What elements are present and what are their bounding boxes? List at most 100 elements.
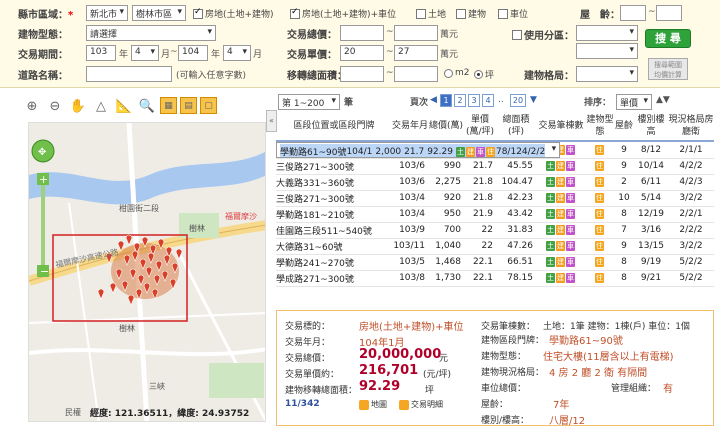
land-icon: 土 — [546, 160, 555, 171]
period-to-month-select[interactable]: 4 — [223, 45, 251, 61]
building-type-select[interactable]: 請選擇 — [86, 25, 216, 41]
detail-total-label: 交易總價： — [285, 354, 331, 364]
residential-icon: 住 — [595, 144, 604, 155]
radio-unit-ping[interactable]: 坪 — [474, 68, 494, 81]
period-from-year-input[interactable]: 103 — [86, 45, 116, 61]
land-icon: 土 — [546, 208, 555, 219]
total-price-to-input[interactable] — [394, 25, 438, 41]
table-row[interactable]: 學成路271~300號 103/8 1,730 22.1 78.15 土建車住 8 9/21 5… — [276, 270, 714, 287]
building-icon: 建 — [556, 176, 565, 187]
use-zoning-sub-select[interactable] — [576, 43, 638, 59]
range-button-line2: 均價計算 — [654, 71, 682, 79]
cell-layout: 3/2/2 — [668, 238, 714, 255]
building-icon: 建 — [556, 240, 565, 251]
search-panel: 縣市區域：* 新北市 樹林市區 房地(土地+建物) 房地(土地+建物)+車位 土… — [0, 0, 720, 88]
page-ellipsis: .. — [498, 95, 504, 105]
select-rectangle-icon[interactable]: ▢ — [200, 97, 217, 114]
map-button[interactable]: 地圖 — [359, 399, 387, 410]
transaction-marker-icon[interactable] — [125, 234, 133, 246]
period-to-year-input[interactable]: 104 — [178, 45, 208, 61]
table-row[interactable]: 學勤路61~90號 104/1 2,000 21.7 92.29 土建車住 7 8/12 4/2… — [276, 142, 561, 158]
table-row[interactable]: 佳園路三段511~540號 103/9 700 22 31.83 土建車住 7 3/16 2/2… — [276, 222, 714, 239]
zoom-out-icon[interactable]: ⊖ — [45, 96, 65, 116]
checkbox-land-building-parking[interactable]: 房地(土地+建物)+車位 — [290, 7, 396, 20]
measure-area-icon[interactable]: △ — [91, 96, 111, 116]
search-button[interactable]: 搜 尋 — [645, 29, 691, 48]
cell-layout: 4/2/2 — [668, 158, 714, 175]
cell-unit: 22 — [464, 238, 496, 255]
use-zoning-select[interactable] — [576, 25, 638, 41]
record-range-select[interactable]: 第 1~200 — [278, 94, 340, 110]
area-from-input[interactable] — [340, 66, 384, 82]
parking-icon: 車 — [566, 160, 575, 171]
cell-address: 學成路271~300號 — [276, 270, 392, 287]
layout-select[interactable] — [576, 66, 638, 82]
cell-area: 66.51 — [496, 254, 536, 271]
unit-price-to-input[interactable]: 27 — [394, 45, 438, 61]
layer-icon[interactable]: ▦ — [160, 97, 177, 114]
table-row[interactable]: 學勤路181~210號 103/4 950 21.9 43.42 土建車住 8 12/19 2/… — [276, 206, 714, 223]
detail-unit-value: 216,701 — [359, 363, 419, 378]
table-row[interactable]: 大德路31~60號 103/11 1,040 22 47.26 土建車住 9 13/15 3/2… — [276, 238, 714, 255]
residential-icon: 住 — [595, 224, 604, 235]
checkbox-land-building[interactable]: 房地(土地+建物) — [193, 7, 274, 20]
pan-hand-icon[interactable]: ✋ — [68, 96, 88, 116]
svg-text:−: − — [40, 265, 49, 278]
cell-layout: 4/2/3 — [668, 174, 714, 191]
total-price-label: 交易總價： — [287, 30, 337, 41]
radio-unit-m2[interactable]: m2 — [444, 68, 470, 78]
page-button-2[interactable]: 2 — [454, 94, 466, 107]
cell-address: 學勤路181~210號 — [276, 206, 392, 223]
map-label-area2: 福爾摩沙 — [225, 212, 257, 221]
county-select[interactable]: 新北市 — [86, 5, 128, 21]
sort-direction-icon[interactable]: ▲▼ — [656, 95, 670, 105]
sort-select[interactable]: 單價 — [616, 94, 652, 110]
table-row[interactable]: 學勤路241~270號 103/5 1,468 22.1 66.51 土建車住 8 9/19 5… — [276, 254, 714, 271]
page-button-4[interactable]: 4 — [482, 94, 494, 107]
cell-floor: 12/19 — [634, 206, 668, 223]
transaction-marker-icon[interactable] — [109, 282, 117, 294]
road-input[interactable] — [86, 66, 172, 82]
checkbox-land[interactable]: 土地 — [416, 7, 446, 20]
tx-detail-button[interactable]: 交易明細 — [399, 399, 443, 410]
page-button-last[interactable]: 20 — [510, 94, 526, 107]
cell-address: 三俊路271~300號 — [276, 158, 392, 175]
checkbox-building[interactable]: 建物 — [456, 7, 486, 20]
transaction-marker-icon[interactable] — [97, 288, 105, 300]
table-row[interactable]: 三俊路271~300號 103/4 920 21.8 42.23 土建車住 10 5/14 3/… — [276, 190, 714, 207]
page-button-3[interactable]: 3 — [468, 94, 480, 107]
cell-tx: 土建車 — [536, 190, 586, 207]
cell-total: 2,275 — [428, 174, 464, 191]
detail-total-unit: 元 — [439, 354, 449, 364]
header-tx-count: 交易筆棟數 — [536, 111, 586, 142]
unit-price-from-input[interactable]: 20 — [340, 45, 384, 61]
detail-address-label: 建物區段門牌： — [481, 336, 545, 346]
total-price-from-input[interactable] — [340, 25, 384, 41]
cell-date: 103/6 — [392, 174, 428, 191]
zoom-in-icon[interactable]: ⊕ — [22, 96, 42, 116]
detail-total-value: 20,000,000 — [359, 347, 442, 362]
measure-distance-icon[interactable]: 📐 — [114, 96, 134, 116]
age-to-input[interactable] — [656, 5, 682, 21]
river — [29, 151, 265, 205]
checkbox-parking[interactable]: 車位 — [498, 7, 528, 20]
print-icon[interactable]: ▤ — [180, 97, 197, 114]
area-to-input[interactable] — [394, 66, 438, 82]
detail-type-label: 建物型態： — [481, 352, 527, 362]
period-from-month-select[interactable]: 4 — [131, 45, 159, 61]
table-row[interactable]: 大義路331~360號 103/6 2,275 21.8 104.47 土建車住 2 6/11… — [276, 174, 714, 191]
page-jump-icon[interactable]: ▼ — [530, 95, 537, 105]
table-row[interactable]: 三俊路271~300號 103/6 990 21.7 45.55 土建車住 9 10/14 4/… — [276, 158, 714, 175]
transaction-marker-icon[interactable] — [127, 294, 135, 306]
map-canvas[interactable]: ✥ + − 柑園街二段 福爾摩沙 福爾摩沙高速公路 樹林 三峽 樹林 民權 — [28, 122, 266, 422]
cell-age: 9 — [614, 158, 634, 175]
district-select[interactable]: 樹林市區 — [132, 5, 186, 21]
checkbox-use-zoning[interactable]: 使用分區： — [512, 27, 574, 42]
residential-icon: 住 — [595, 240, 604, 251]
range-average-button[interactable]: 搜尋範圍 均價計算 — [648, 58, 688, 80]
page-button-1[interactable]: 1 — [440, 94, 452, 107]
land-icon: 土 — [546, 224, 555, 235]
prev-page-icon[interactable]: ◀ — [430, 95, 437, 105]
age-from-input[interactable] — [620, 5, 646, 21]
search-location-icon[interactable]: 🔍 — [137, 96, 157, 116]
